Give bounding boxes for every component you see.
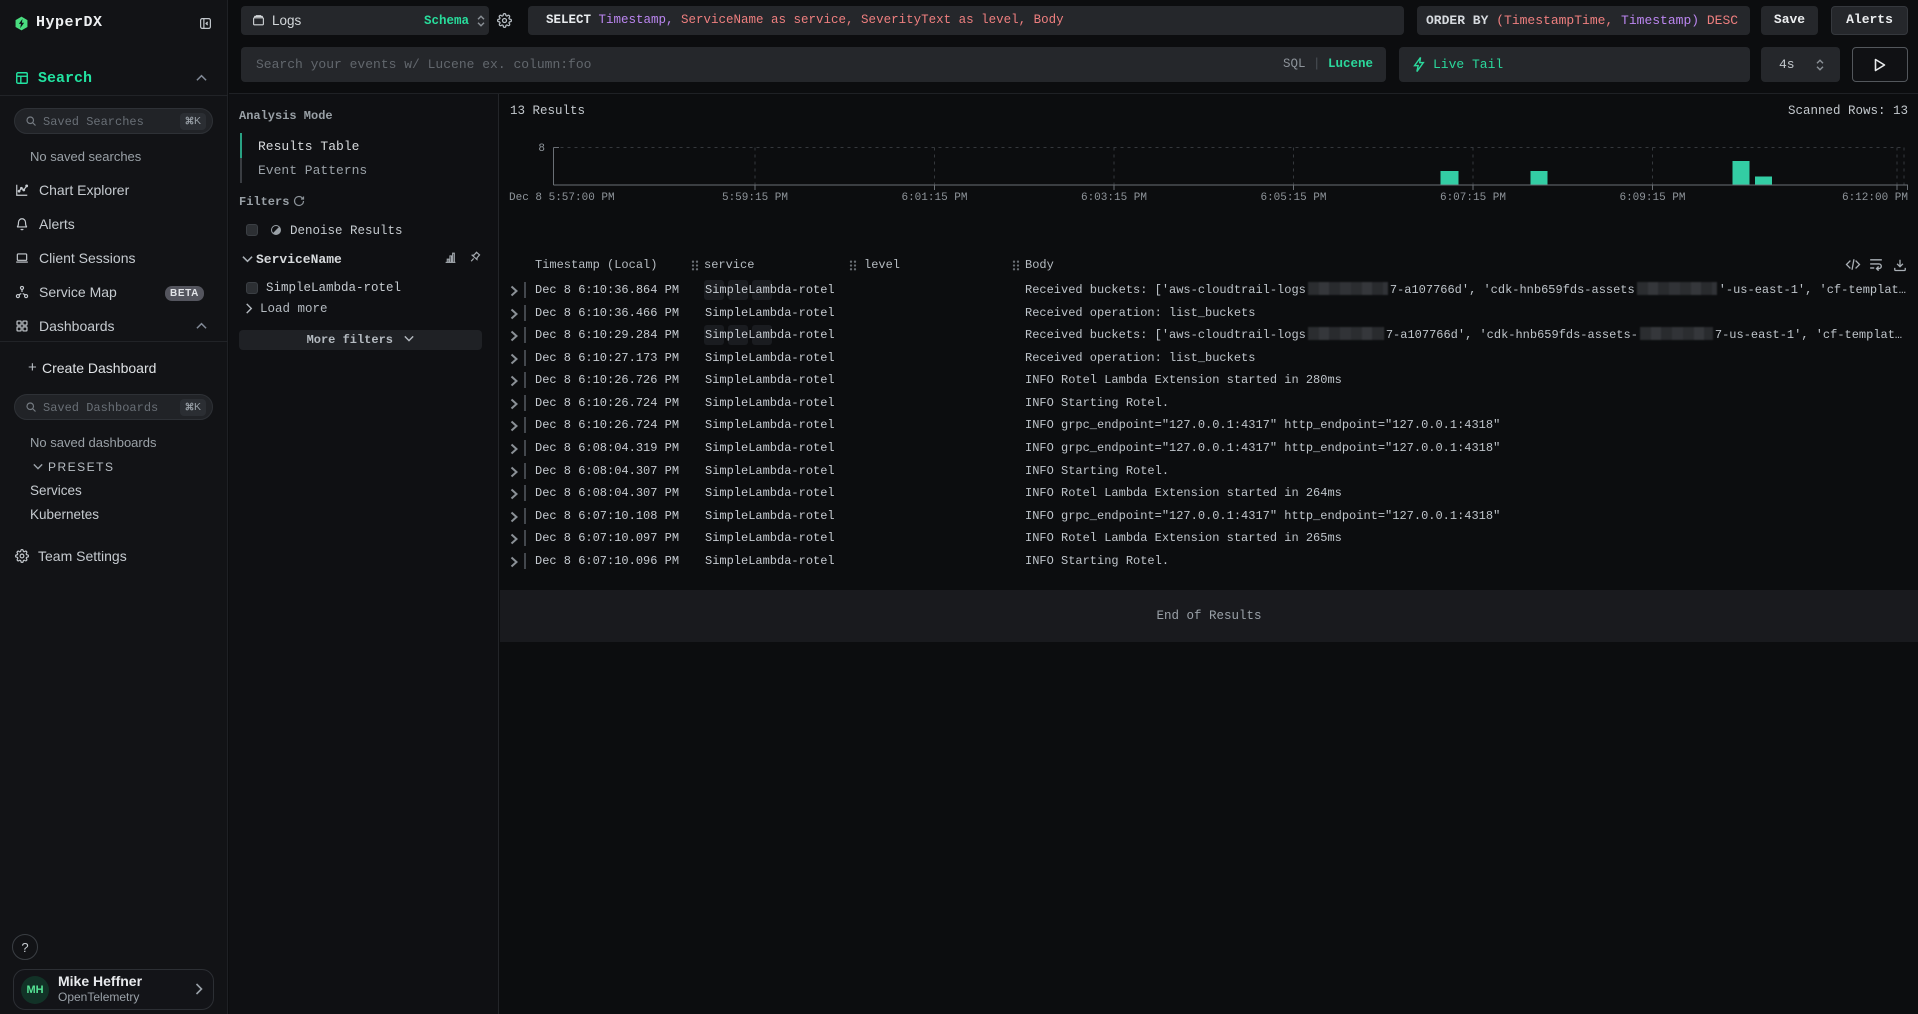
svg-text:6:07:15 PM: 6:07:15 PM [1440,192,1506,204]
svg-text:6:03:15 PM: 6:03:15 PM [1081,192,1147,204]
svg-text:6:09:15 PM: 6:09:15 PM [1619,192,1685,204]
svg-text:6:01:15 PM: 6:01:15 PM [901,192,967,204]
svg-text:6:05:15 PM: 6:05:15 PM [1260,192,1326,204]
svg-text:6:12:00 PM: 6:12:00 PM [1842,192,1908,204]
svg-text:5:59:15 PM: 5:59:15 PM [722,192,788,204]
svg-text:8: 8 [538,143,545,155]
svg-text:Dec 8 5:57:00 PM: Dec 8 5:57:00 PM [509,192,615,204]
